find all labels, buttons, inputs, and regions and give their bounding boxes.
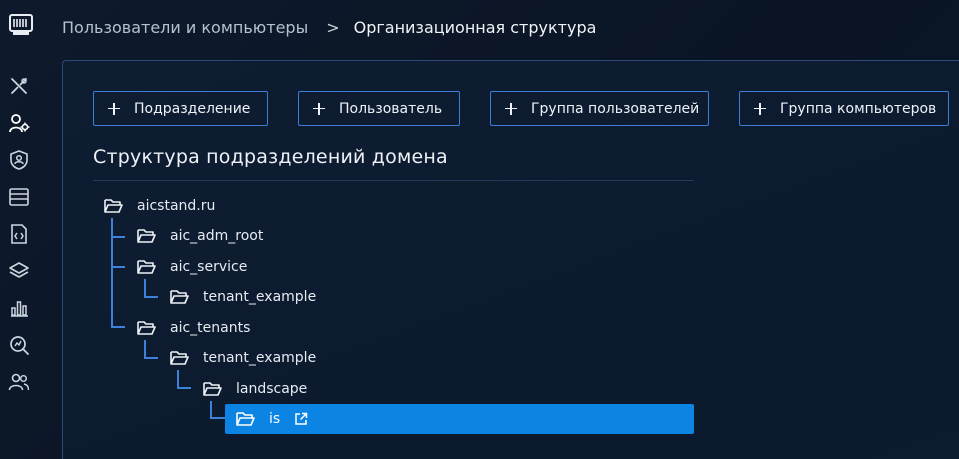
- page-title: Организационная структура: [353, 17, 597, 37]
- users-icon[interactable]: [8, 371, 30, 393]
- app-root: Пользователи и компьютеры > Организацион…: [0, 0, 959, 459]
- tree-node-label: landscape: [236, 381, 308, 397]
- tree-node-label: tenant_example: [203, 350, 317, 366]
- folder-open-icon: [104, 199, 123, 213]
- tree-node-label: aicstand.ru: [137, 198, 216, 214]
- folder-open-icon: [236, 412, 255, 426]
- tree-node-label: is: [269, 411, 281, 427]
- add-user-group-button-label: Группа пользователей: [531, 100, 700, 117]
- shield-user-icon[interactable]: [8, 149, 30, 171]
- plus-icon: [505, 102, 517, 115]
- tree-node-label: aic_adm_root: [170, 228, 264, 244]
- app-logo-icon[interactable]: [9, 14, 33, 36]
- tree-node[interactable]: tenant_example: [170, 346, 316, 370]
- tree-node[interactable]: aicstand.ru: [104, 194, 215, 218]
- window-icon[interactable]: [8, 186, 30, 208]
- tree-node-label: aic_service: [170, 259, 248, 275]
- tree-node[interactable]: tenant_example: [170, 285, 316, 309]
- folder-open-icon: [137, 229, 156, 243]
- tree-node-label: tenant_example: [203, 289, 317, 305]
- add-user-button[interactable]: Пользователь: [298, 91, 460, 126]
- add-ou-button-label: Подразделение: [134, 100, 251, 117]
- tree-node[interactable]: aic_adm_root: [137, 224, 263, 248]
- sidebar: [0, 0, 40, 459]
- layers-icon[interactable]: [8, 260, 30, 282]
- breadcrumb-separator: >: [326, 17, 340, 37]
- folder-open-icon: [137, 321, 156, 335]
- plus-icon: [313, 102, 325, 115]
- add-computer-group-button[interactable]: Группа компьютеров: [739, 91, 949, 126]
- user-settings-icon[interactable]: [8, 112, 30, 134]
- folder-open-icon: [203, 382, 222, 396]
- add-ou-button[interactable]: Подразделение: [93, 91, 268, 126]
- section-title: Структура подразделений домена: [93, 146, 448, 168]
- tools-icon[interactable]: [8, 75, 30, 97]
- tree-node-label: aic_tenants: [170, 320, 251, 336]
- section-divider: [93, 180, 694, 181]
- plus-icon: [108, 102, 120, 115]
- tree-node[interactable]: aic_service: [137, 255, 247, 279]
- add-user-group-button[interactable]: Группа пользователей: [490, 91, 709, 126]
- folder-open-icon: [170, 351, 189, 365]
- tree-node-selected[interactable]: is: [236, 407, 308, 431]
- add-user-button-label: Пользователь: [339, 100, 443, 117]
- bar-chart-icon[interactable]: [8, 297, 30, 319]
- breadcrumb-root-link[interactable]: Пользователи и компьютеры: [62, 18, 308, 37]
- code-file-icon[interactable]: [8, 223, 30, 245]
- search-analytics-icon[interactable]: [8, 334, 30, 356]
- plus-icon: [754, 102, 766, 115]
- add-computer-group-button-label: Группа компьютеров: [780, 100, 937, 117]
- breadcrumb: Пользователи и компьютеры > Организацион…: [62, 15, 596, 39]
- external-link-icon[interactable]: [294, 412, 308, 426]
- folder-open-icon: [137, 260, 156, 274]
- tree-node[interactable]: aic_tenants: [137, 316, 250, 340]
- folder-open-icon: [170, 290, 189, 304]
- tree-node[interactable]: landscape: [203, 377, 307, 401]
